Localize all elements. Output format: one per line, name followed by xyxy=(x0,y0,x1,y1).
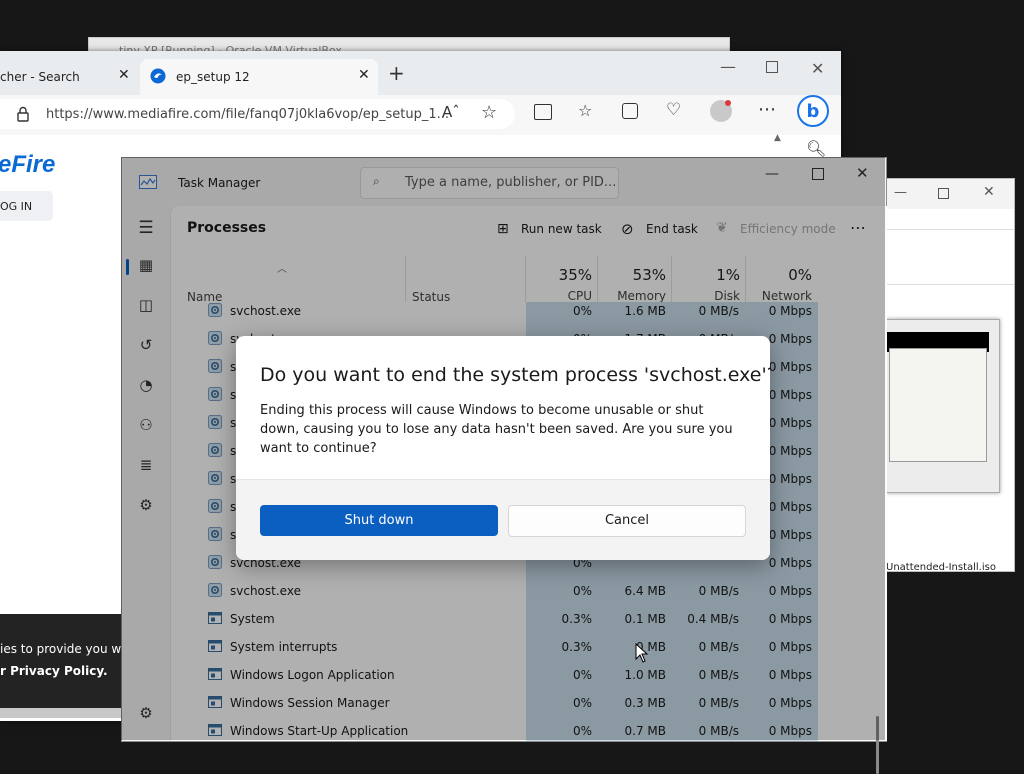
browser-tab-active[interactable]: ep_setup 12 ✕ xyxy=(140,59,378,95)
dialog-footer: Shut down Cancel xyxy=(236,479,770,560)
dialog-message: Ending this process will cause Windows t… xyxy=(260,403,733,456)
minimize-icon[interactable]: — xyxy=(720,57,736,76)
url-text: https://www.mediafire.com/file/fanq07j0k… xyxy=(46,107,450,122)
browser-tab-label: ep_setup 12 xyxy=(176,70,250,84)
setup-window-titlebar: — ✕ xyxy=(886,179,1014,209)
horizontal-scrollbar[interactable] xyxy=(0,708,122,718)
close-tab-icon[interactable]: ✕ xyxy=(358,67,370,83)
mediafire-logo[interactable]: eFire xyxy=(0,151,55,179)
more-options-icon[interactable]: ⋯ xyxy=(758,99,776,120)
mouse-cursor-icon xyxy=(635,643,649,663)
browser-tab-search[interactable]: cher - Search ✕ xyxy=(0,59,136,95)
url-field[interactable]: https://www.mediafire.com/file/fanq07j0k… xyxy=(0,99,515,129)
vm-screenshot-preview xyxy=(886,319,1000,493)
vm-preview-dialog xyxy=(889,348,987,462)
privacy-policy-link[interactable]: r Privacy Policy. xyxy=(0,664,108,678)
bing-copilot-icon[interactable]: b xyxy=(797,95,829,127)
browser-tab-bar: cher - Search ✕ ep_setup 12 ✕ + — ✕ xyxy=(0,51,841,95)
file-caption: Unattended-Install.iso xyxy=(886,562,996,573)
browser-tab-label: cher - Search xyxy=(0,70,80,84)
lock-icon[interactable] xyxy=(14,105,32,123)
browser-essentials-icon[interactable]: ♡ xyxy=(666,100,681,120)
notification-dot-icon xyxy=(725,100,731,106)
profile-avatar-icon[interactable] xyxy=(710,100,732,122)
collections-icon[interactable] xyxy=(622,103,638,119)
divider xyxy=(886,229,1014,230)
setup-window: — ✕ Unattended-Install.iso xyxy=(885,178,1015,573)
browser-address-bar: https://www.mediafire.com/file/fanq07j0k… xyxy=(0,95,841,136)
cancel-button[interactable]: Cancel xyxy=(508,505,746,537)
scroll-up-icon[interactable]: ▲ xyxy=(774,133,781,143)
close-tab-icon[interactable]: ✕ xyxy=(118,67,130,83)
end-process-dialog: Do you want to end the system process 's… xyxy=(236,336,770,560)
new-tab-icon[interactable]: + xyxy=(388,61,405,85)
close-window-icon[interactable]: ✕ xyxy=(811,59,824,78)
read-aloud-icon[interactable]: Aˆ xyxy=(442,103,460,121)
login-button-label: OG IN xyxy=(0,200,33,213)
maximize-icon[interactable] xyxy=(938,188,949,199)
split-screen-icon[interactable] xyxy=(534,104,552,120)
cookie-banner: ies to provide you wit r Privacy Policy. xyxy=(0,614,129,718)
favorites-icon[interactable]: ☆ xyxy=(578,101,592,120)
dialog-title: Do you want to end the system process 's… xyxy=(260,364,770,386)
search-icon[interactable]: 🔍︎ xyxy=(806,139,826,158)
minimize-icon[interactable]: — xyxy=(894,185,907,200)
favorite-star-icon[interactable]: ☆ xyxy=(481,102,497,123)
shut-down-button[interactable]: Shut down xyxy=(260,505,498,536)
divider xyxy=(886,284,1014,285)
close-window-icon[interactable]: ✕ xyxy=(983,184,995,200)
maximize-icon[interactable] xyxy=(766,61,778,73)
login-button[interactable]: OG IN xyxy=(0,191,53,221)
mediafire-favicon-icon xyxy=(150,68,166,84)
cookie-text-line1: ies to provide you wit xyxy=(0,642,130,656)
